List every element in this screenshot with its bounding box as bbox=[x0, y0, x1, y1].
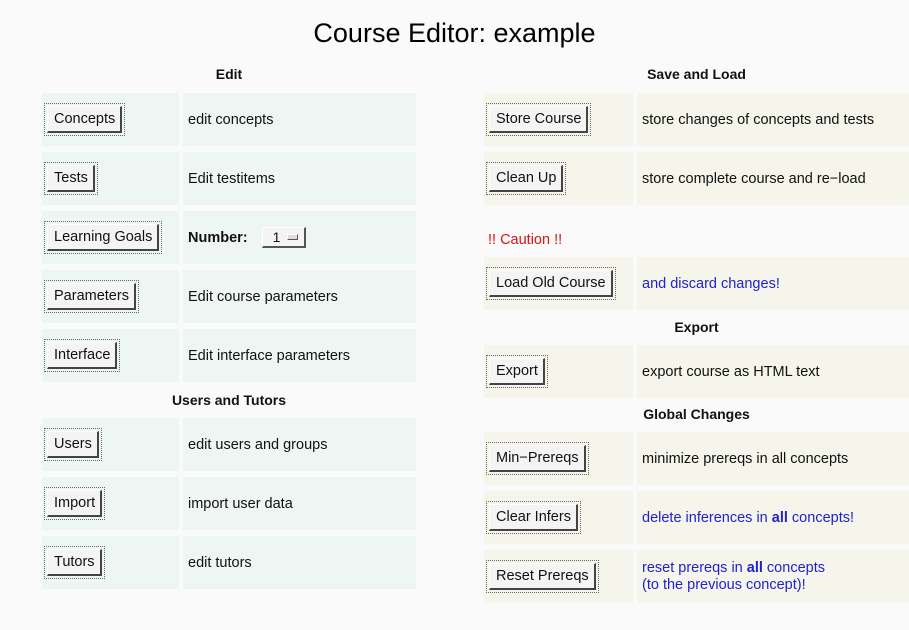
min-prereqs-button[interactable]: Min−Prereqs bbox=[486, 442, 589, 475]
reset-prereqs-desc-text: reset prereqs in bbox=[642, 559, 747, 576]
save-load-section-title: Save and Load bbox=[647, 66, 746, 82]
number-select-value: 1 bbox=[272, 229, 281, 245]
concepts-button[interactable]: Concepts bbox=[43, 103, 126, 136]
tests-button[interactable]: Tests bbox=[44, 162, 98, 195]
export-desc: export course as HTML text bbox=[637, 345, 909, 398]
store-course-button[interactable]: Store Course bbox=[485, 103, 592, 136]
reset-prereqs-desc-line2: (to the previous concept)! bbox=[642, 576, 806, 593]
users-section-title: Users and Tutors bbox=[171, 392, 287, 408]
export-button[interactable]: Export bbox=[486, 355, 548, 388]
clear-infers-desc-text: delete inferences in bbox=[642, 509, 772, 526]
import-desc: import user data bbox=[183, 477, 416, 530]
users-button[interactable]: Users bbox=[44, 428, 102, 461]
reset-prereqs-desc-bold: all bbox=[746, 559, 763, 576]
number-select[interactable]: 1 bbox=[261, 227, 306, 248]
learning-goals-number: Number: 1 bbox=[183, 211, 416, 264]
learning-goals-button[interactable]: Learning Goals bbox=[43, 221, 163, 254]
parameters-button[interactable]: Parameters bbox=[44, 280, 139, 313]
reset-prereqs-desc: reset prereqs in all concepts (to the pr… bbox=[637, 550, 909, 603]
load-old-course-desc: and discard changes! bbox=[637, 257, 909, 310]
clean-up-desc: store complete course and re−load bbox=[637, 152, 909, 205]
interface-button[interactable]: Interface bbox=[43, 339, 121, 372]
load-old-course-button[interactable]: Load Old Course bbox=[486, 267, 616, 300]
store-course-desc: store changes of concepts and tests bbox=[637, 93, 909, 146]
edit-section-title: Edit bbox=[215, 66, 243, 82]
clear-infers-desc-text-end: concepts! bbox=[787, 509, 854, 526]
parameters-desc: Edit course parameters bbox=[183, 270, 416, 323]
select-caret-icon bbox=[286, 234, 298, 240]
reset-prereqs-desc-text-end: concepts bbox=[762, 559, 825, 576]
tests-desc: Edit testitems bbox=[183, 152, 416, 205]
number-label: Number: bbox=[188, 229, 248, 246]
interface-desc: Edit interface parameters bbox=[183, 329, 416, 382]
tutors-button[interactable]: Tutors bbox=[44, 546, 105, 579]
clear-infers-desc: delete inferences in all concepts! bbox=[637, 491, 909, 544]
page-title: Course Editor: example bbox=[313, 18, 596, 48]
import-button[interactable]: Import bbox=[43, 487, 106, 520]
min-prereqs-desc: minimize prereqs in all concepts bbox=[637, 432, 909, 485]
clear-infers-button[interactable]: Clear Infers bbox=[486, 501, 581, 534]
concepts-desc: edit concepts bbox=[183, 93, 416, 146]
tutors-desc: edit tutors bbox=[183, 536, 416, 589]
caution-text: !! Caution !! bbox=[488, 232, 563, 248]
export-section-title: Export bbox=[674, 319, 719, 335]
global-changes-section-title: Global Changes bbox=[643, 406, 750, 422]
clear-infers-desc-bold: all bbox=[771, 509, 788, 526]
reset-prereqs-button[interactable]: Reset Prereqs bbox=[486, 560, 599, 593]
users-desc: edit users and groups bbox=[183, 418, 416, 471]
clean-up-button[interactable]: Clean Up bbox=[485, 162, 567, 195]
